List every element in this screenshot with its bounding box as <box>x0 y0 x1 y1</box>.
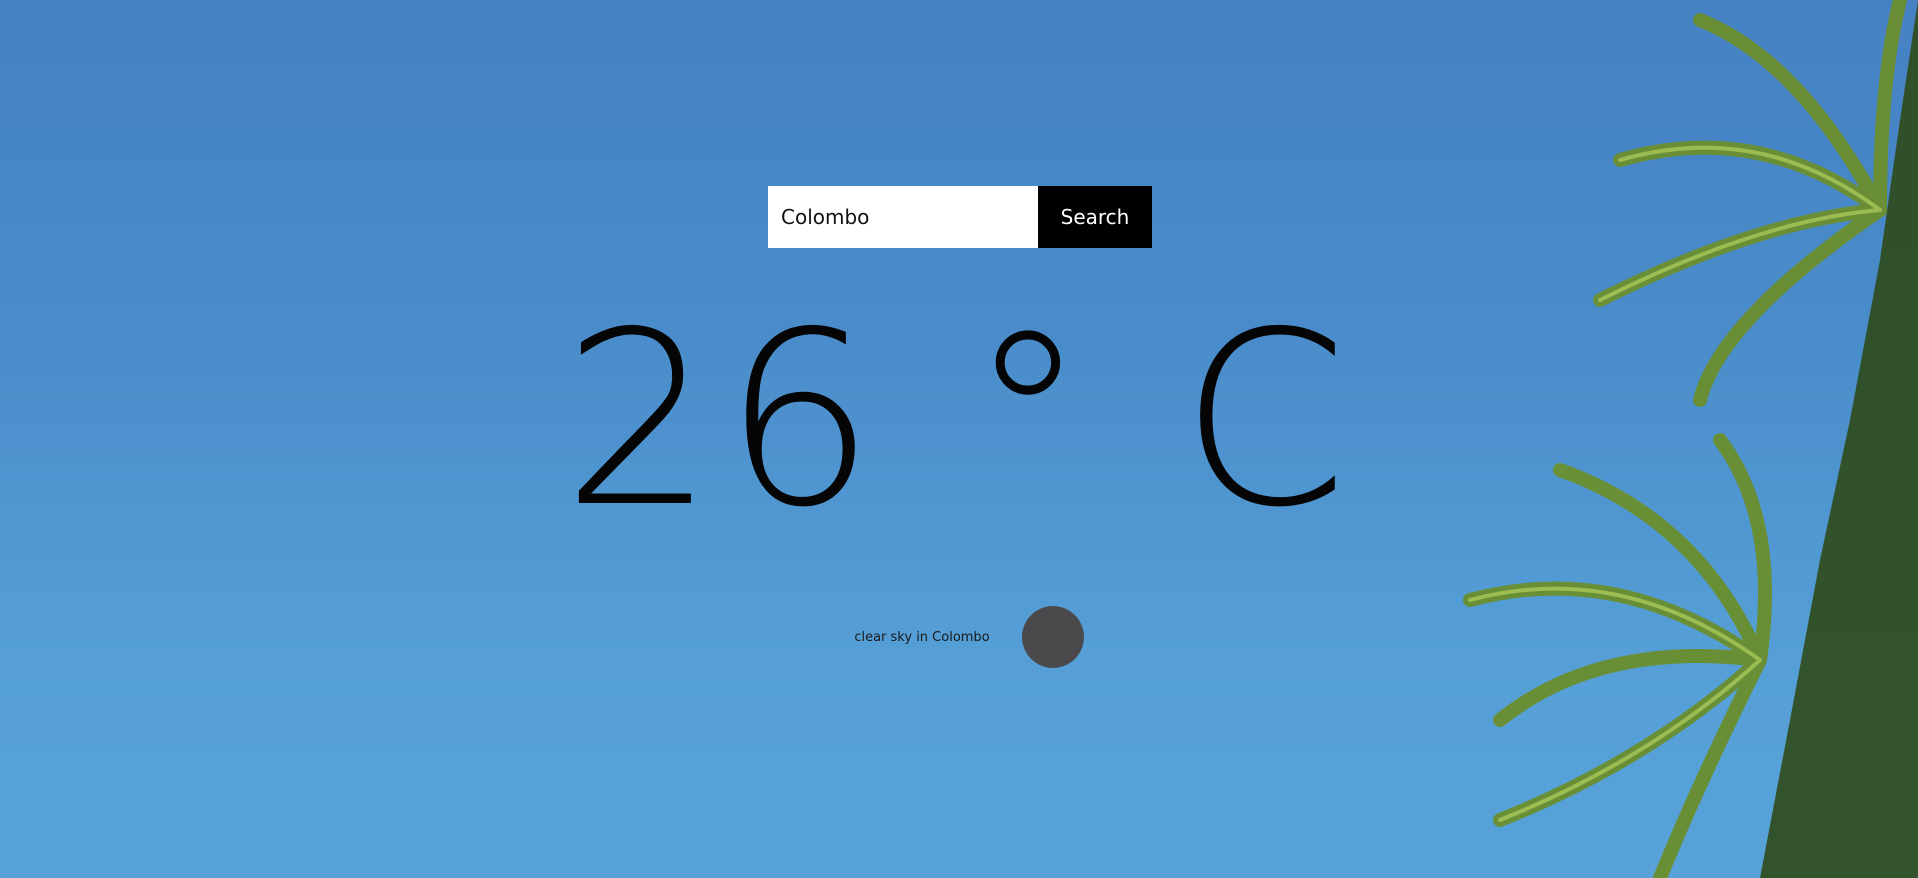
weather-condition-icon <box>1021 606 1084 668</box>
weather-condition: clear sky in Colombo <box>0 606 1918 668</box>
search-bar: Search <box>768 186 1152 248</box>
city-search-input[interactable] <box>768 186 1038 248</box>
temperature-display: 26 ° C <box>562 280 1356 560</box>
search-button[interactable]: Search <box>1038 186 1152 248</box>
weather-description: clear sky in Colombo <box>854 629 990 645</box>
